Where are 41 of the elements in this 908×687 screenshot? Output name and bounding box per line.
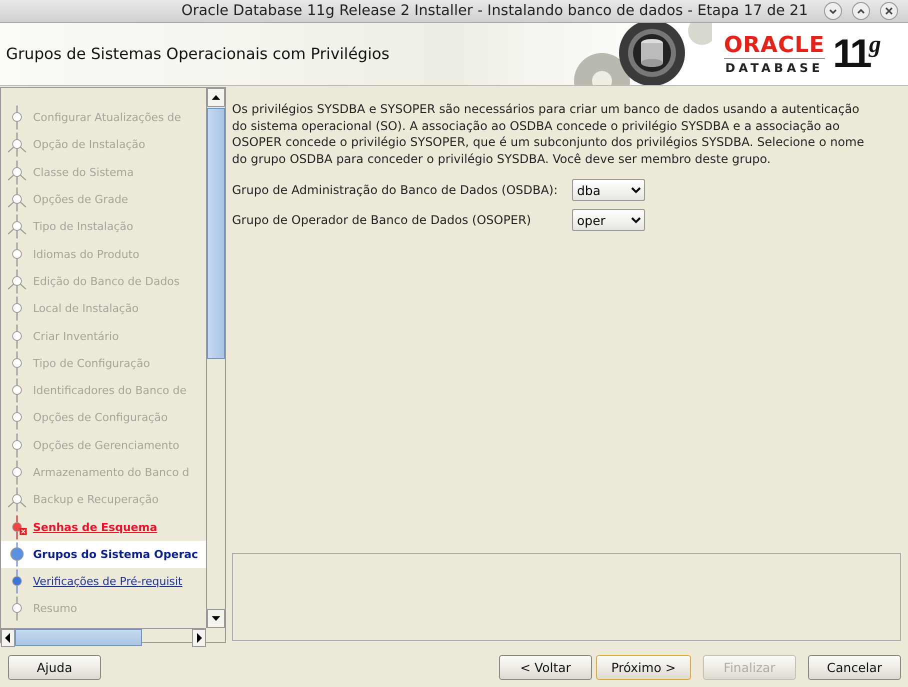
scroll-down-icon[interactable] — [207, 609, 225, 628]
step-item[interactable]: Classe do Sistema — [33, 166, 134, 179]
step-item[interactable]: Identificadores do Banco de — [33, 384, 187, 398]
help-button[interactable]: Ajuda — [8, 655, 101, 680]
cancel-button[interactable]: Cancelar — [808, 655, 901, 680]
step-item[interactable]: Opção de Instalação — [33, 138, 146, 152]
scrollbar-thumb[interactable] — [15, 629, 142, 646]
scroll-up-icon[interactable] — [207, 88, 225, 107]
step-item[interactable]: Tipo de Instalação — [33, 220, 134, 234]
step-item[interactable]: Opções de Grade — [33, 193, 128, 206]
step-item[interactable]: Criar Inventário — [33, 330, 119, 343]
brand-logo: ORACLE — [724, 34, 825, 58]
step-item[interactable]: Verificações de Pré-requisit — [33, 575, 182, 588]
scroll-left-icon[interactable] — [1, 629, 15, 647]
step-item[interactable]: Armazenamento do Banco d — [33, 466, 190, 479]
step-item[interactable]: Configurar Atualizações de — [33, 111, 182, 124]
close-icon[interactable] — [880, 2, 898, 20]
step-item[interactable]: Idiomas do Produto — [33, 248, 140, 261]
step-item[interactable]: Tipo de Configuração — [33, 356, 150, 370]
product-name: DATABASE — [725, 60, 824, 74]
version-logo: 11$^{g}$ — [832, 32, 878, 76]
field-label: Grupo de Operador de Banco de Dados (OSOPER) — [232, 213, 532, 227]
page-heading: Grupos de Sistemas Operacionais com Privilégios — [5, 45, 390, 63]
step-item[interactable]: Senhas de Esquema — [33, 520, 158, 534]
step-item[interactable]: Local de Instalação — [33, 302, 139, 316]
scroll-right-icon[interactable] — [192, 629, 206, 647]
step-item[interactable]: Edição do Banco de Dados — [33, 274, 180, 288]
description-text: Os privilégios SYSDBA e SYSOPER são necessários para criar um banco de dados usando a autenticação do sistema operacional (SO). A associação ao OSDBA concede o privilégio SYSDBA e a associação ao OSOPER concede o privilégio SYSOPER, que é um subconjunto dos privilégios SYSDBA. Selecione o nome do grupo OSDBA para conceder o privilégio SYSDBA. Você deve ser membro deste grupo. — [232, 101, 866, 167]
field-label: Grupo de Administração do Banco de Dados (OSDBA): — [232, 183, 559, 197]
next-button[interactable]: Próximo > — [596, 655, 691, 680]
minimize-icon[interactable] — [824, 2, 842, 20]
maximize-icon[interactable] — [852, 2, 870, 20]
group-dropdown[interactable]: oper — [572, 209, 645, 231]
group-dropdown[interactable]: dba — [572, 179, 645, 201]
scrollbar-thumb[interactable] — [207, 108, 225, 359]
step-item[interactable]: Resumo — [33, 602, 78, 616]
step-item[interactable]: Backup e Recuperação — [33, 493, 159, 506]
window-title: Oracle Database 11g Release 2 Installer - Instalando banco de dados - Etapa 17 de 21 — [180, 3, 809, 19]
back-button[interactable]: < Voltar — [499, 655, 592, 680]
step-item[interactable]: Opções de Configuração — [33, 411, 168, 424]
step-item[interactable]: Opções de Gerenciamento — [33, 438, 180, 452]
